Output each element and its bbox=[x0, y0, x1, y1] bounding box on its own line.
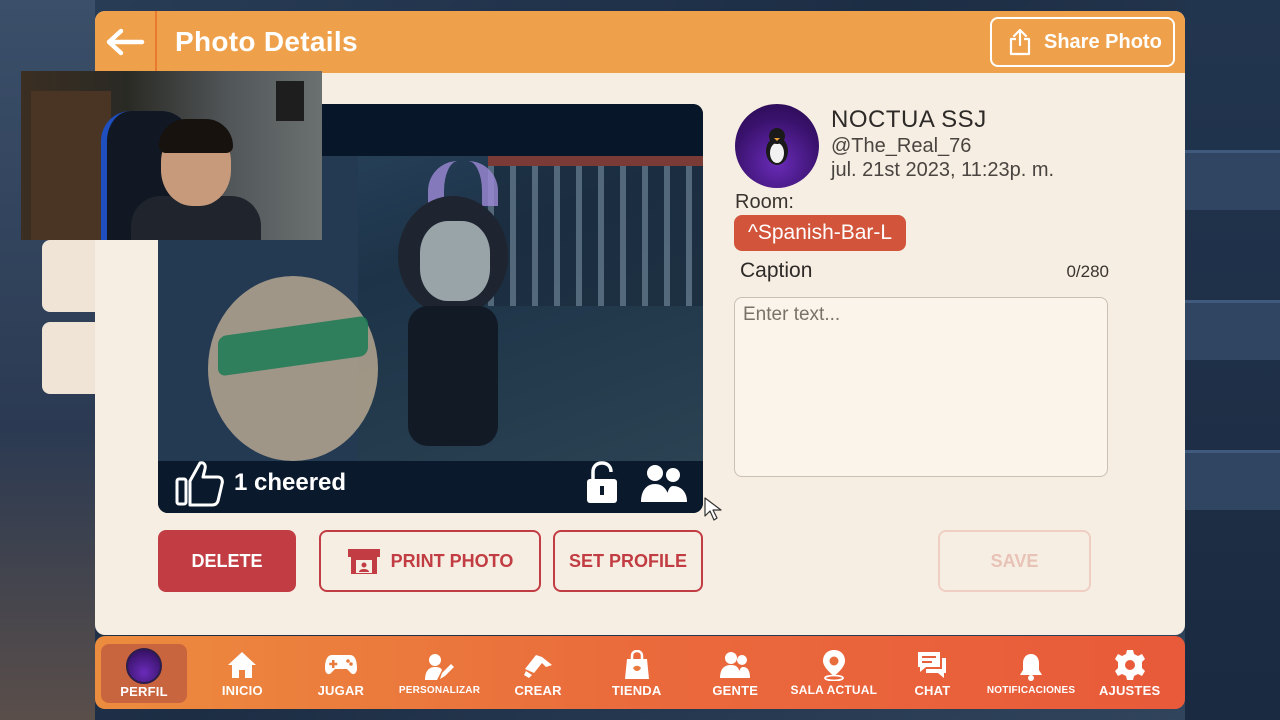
gamepad-icon bbox=[324, 654, 357, 674]
nav-item-inicio[interactable]: INICIO bbox=[193, 636, 292, 709]
nav-item-label: NOTIFICACIONES bbox=[986, 684, 1076, 696]
penguin-avatar-icon bbox=[766, 128, 788, 165]
nav-item-label: GENTE bbox=[712, 682, 759, 698]
author-avatar[interactable] bbox=[735, 104, 819, 188]
avatar bbox=[126, 647, 162, 684]
set-profile-button[interactable]: SET PROFILE bbox=[553, 530, 703, 592]
nav-item-ajustes[interactable]: AJUSTES bbox=[1080, 636, 1179, 709]
share-icon bbox=[1009, 28, 1031, 56]
webcam-overlay bbox=[21, 71, 322, 240]
print-photo-label: PRINT PHOTO bbox=[390, 550, 514, 571]
nav-item-label: TIENDA bbox=[611, 682, 662, 698]
cheer-count: 1 cheered bbox=[234, 469, 347, 496]
customize-icon bbox=[425, 653, 455, 680]
photo-bottom-bar: 1 cheered bbox=[158, 461, 703, 513]
shop-icon bbox=[624, 649, 649, 679]
nav-item-label: AJUSTES bbox=[1098, 682, 1161, 698]
bell-icon bbox=[1020, 653, 1043, 681]
nav-item-personalizar[interactable]: PERSONALIZAR bbox=[390, 636, 489, 709]
share-photo-button[interactable]: Share Photo bbox=[990, 17, 1175, 67]
printer-icon bbox=[347, 549, 380, 574]
nav-item-label: PERSONALIZAR bbox=[398, 684, 481, 696]
nav-item-label: CHAT bbox=[914, 682, 951, 698]
nav-item-perfil[interactable]: PERFIL bbox=[101, 644, 187, 703]
cheer-button[interactable]: 1 cheered bbox=[174, 459, 346, 507]
nav-item-chat[interactable]: CHAT bbox=[883, 636, 982, 709]
nav-item-sala-actual[interactable]: SALA ACTUAL bbox=[785, 636, 884, 709]
mouse-cursor-icon bbox=[704, 497, 722, 521]
location-icon bbox=[822, 650, 845, 681]
nav-item-label: SALA ACTUAL bbox=[790, 683, 878, 697]
background-shelf bbox=[1185, 450, 1280, 510]
people-icon bbox=[720, 651, 751, 678]
people-tag-icon[interactable] bbox=[641, 462, 687, 504]
back-button[interactable] bbox=[95, 11, 157, 73]
chat-icon bbox=[918, 651, 947, 678]
gear-icon bbox=[1114, 649, 1145, 680]
room-label: Room: bbox=[735, 191, 794, 213]
photo-timestamp: jul. 21st 2023, 11:23p. m. bbox=[831, 159, 1055, 181]
header-bar: Photo Details Share Photo bbox=[95, 11, 1185, 73]
nav-item-label: JUGAR bbox=[317, 682, 365, 698]
background-shelf bbox=[1185, 150, 1280, 210]
nav-item-jugar[interactable]: JUGAR bbox=[292, 636, 391, 709]
background-card bbox=[42, 240, 102, 312]
nav-item-label: PERFIL bbox=[120, 683, 168, 699]
page-title: Photo Details bbox=[175, 26, 358, 57]
unlock-icon[interactable] bbox=[585, 461, 619, 505]
author-username: @The_Real_76 bbox=[831, 135, 972, 157]
author-display-name[interactable]: NOCTUA SSJ bbox=[831, 106, 987, 134]
caption-label: Caption bbox=[740, 259, 813, 282]
delete-button[interactable]: DELETE bbox=[158, 530, 296, 592]
home-icon bbox=[228, 651, 257, 678]
share-photo-label: Share Photo bbox=[1044, 30, 1162, 53]
print-photo-button[interactable]: PRINT PHOTO bbox=[319, 530, 541, 592]
room-chip[interactable]: ^Spanish-Bar-L bbox=[734, 215, 907, 251]
nav-item-label: INICIO bbox=[221, 682, 263, 698]
nav-item-tienda[interactable]: TIENDA bbox=[587, 636, 686, 709]
nav-item-notificaciones[interactable]: NOTIFICACIONES bbox=[982, 636, 1081, 709]
create-icon bbox=[524, 654, 553, 678]
thumbs-up-icon bbox=[175, 461, 224, 507]
nav-item-crear[interactable]: CREAR bbox=[489, 636, 588, 709]
nav-item-gente[interactable]: GENTE bbox=[686, 636, 785, 709]
bottom-nav-bar: PERFIL INICIO JUGAR PERSONALIZAR CREAR T… bbox=[95, 636, 1185, 709]
background-card bbox=[42, 322, 102, 394]
caption-char-count: 0/280 bbox=[1066, 262, 1109, 281]
caption-input[interactable] bbox=[734, 297, 1108, 477]
back-arrow-icon bbox=[106, 28, 145, 56]
nav-item-label: CREAR bbox=[514, 682, 562, 698]
save-button[interactable]: SAVE bbox=[938, 530, 1091, 592]
background-shelf bbox=[1185, 300, 1280, 360]
background-right bbox=[1185, 0, 1280, 720]
